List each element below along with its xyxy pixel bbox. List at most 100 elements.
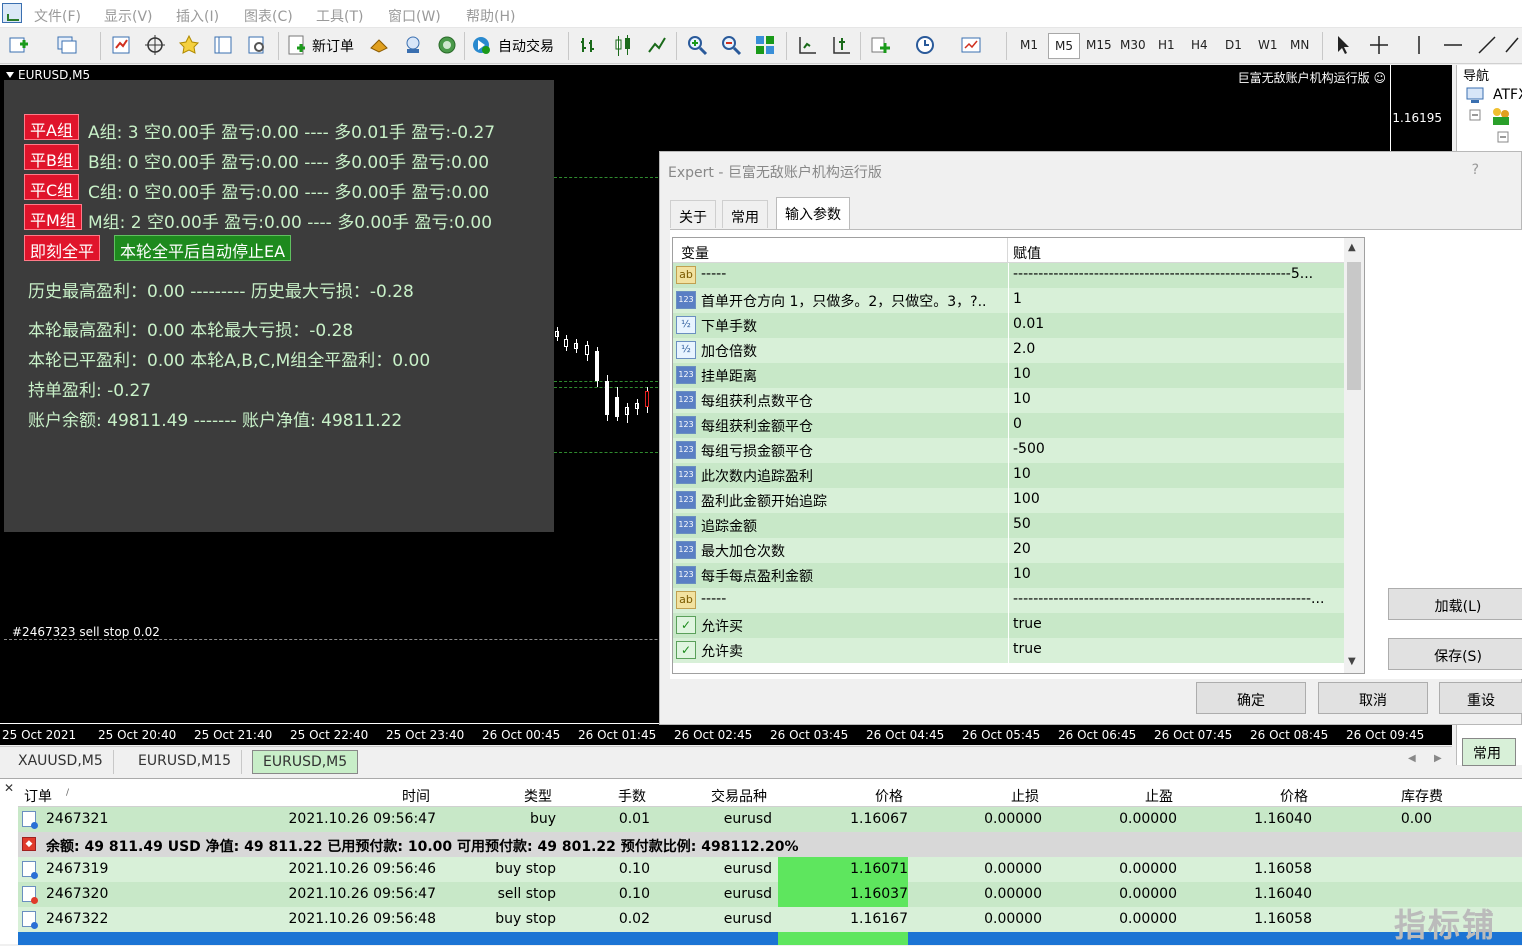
- param-row[interactable]: 123 每组获利点数平仓 10: [673, 388, 1345, 413]
- signals-icon[interactable]: [402, 34, 424, 56]
- menu-tools[interactable]: 工具(T): [316, 6, 363, 26]
- param-value[interactable]: 1: [1013, 291, 1343, 307]
- close-group-a-button[interactable]: 平A组: [24, 114, 79, 140]
- header-tp[interactable]: 止盈: [1145, 786, 1173, 806]
- auto-trade-icon[interactable]: [470, 34, 492, 56]
- save-button[interactable]: 保存(S): [1388, 638, 1522, 670]
- indicators-icon[interactable]: [870, 34, 892, 56]
- timeframe-d1[interactable]: D1: [1225, 38, 1242, 52]
- timeframe-m1[interactable]: M1: [1020, 38, 1038, 52]
- gold-bar-icon[interactable]: [368, 34, 390, 56]
- param-row[interactable]: ab ----- ---------------------------------…: [673, 263, 1345, 288]
- close-all-button[interactable]: 即刻全平: [24, 235, 101, 261]
- param-row[interactable]: 123 每手每点盈利金额 10: [673, 563, 1345, 588]
- favorites-icon[interactable]: [178, 34, 200, 56]
- param-row[interactable]: 123 每组获利金额平仓 0: [673, 413, 1345, 438]
- menu-help[interactable]: 帮助(H): [466, 6, 515, 26]
- param-row[interactable]: ab ----- ---------------------------------…: [673, 588, 1345, 613]
- scroll-up-icon[interactable]: ▲: [1348, 242, 1356, 253]
- tree-collapse-icon[interactable]: [1469, 109, 1481, 121]
- chart-menu-triangle-icon[interactable]: [6, 72, 14, 78]
- menu-file[interactable]: 文件(F): [34, 6, 81, 26]
- tab-common[interactable]: 常用: [722, 200, 768, 228]
- param-row[interactable]: ✓ 允许买 true: [673, 613, 1345, 638]
- timeframe-w1[interactable]: W1: [1258, 38, 1278, 52]
- profiles-icon[interactable]: [56, 34, 78, 56]
- menu-insert[interactable]: 插入(I): [176, 6, 219, 26]
- ok-button[interactable]: 确定: [1196, 682, 1306, 714]
- close-icon[interactable]: ✕: [4, 781, 14, 795]
- close-group-c-button[interactable]: 平C组: [24, 174, 80, 200]
- menu-charts[interactable]: 图表(C): [244, 6, 293, 26]
- order-row[interactable]: 2467320 2021.10.26 09:56:47 sell stop 0.10 e…: [18, 882, 1522, 907]
- cancel-button[interactable]: 取消: [1318, 682, 1428, 714]
- new-chart-icon[interactable]: [8, 34, 30, 56]
- chart-tab-eurusd-m5[interactable]: EURUSD,M5: [252, 750, 359, 774]
- horizontal-line-icon[interactable]: [1442, 34, 1464, 56]
- navigator-tab-common[interactable]: 常用: [1462, 738, 1516, 766]
- order-row[interactable]: 2467322 2021.10.26 09:56:48 buy stop 0.02 eu…: [18, 907, 1522, 932]
- param-value[interactable]: ----------------------------------------…: [1013, 266, 1343, 282]
- timeframe-mn[interactable]: MN: [1290, 38, 1309, 52]
- param-row[interactable]: ✓ 允许卖 true: [673, 638, 1345, 663]
- param-row[interactable]: 123 此次数内追踪盈利 10: [673, 463, 1345, 488]
- param-value[interactable]: 10: [1013, 466, 1343, 482]
- new-order-button[interactable]: 新订单: [312, 36, 354, 56]
- param-row[interactable]: 123 最大加仓次数 20: [673, 538, 1345, 563]
- param-value[interactable]: 10: [1013, 366, 1343, 382]
- param-value[interactable]: true: [1013, 641, 1343, 657]
- tile-windows-icon[interactable]: [754, 34, 776, 56]
- tabs-scroll-right-icon[interactable]: ▶: [1434, 753, 1442, 764]
- param-row[interactable]: 123 每组亏损金额平仓 -500: [673, 438, 1345, 463]
- templates-icon[interactable]: [960, 34, 982, 56]
- header-order[interactable]: 订单: [24, 786, 52, 806]
- globe-icon[interactable]: [436, 34, 458, 56]
- navigator-broker-item[interactable]: ATFX: [1493, 87, 1522, 103]
- param-row[interactable]: ½ 加仓倍数 2.0: [673, 338, 1345, 363]
- new-order-icon[interactable]: [286, 34, 308, 56]
- param-row[interactable]: 123 首单开仓方向 1，只做多。2，只做空。3，?.. 1: [673, 288, 1345, 313]
- period-clock-icon[interactable]: [914, 34, 936, 56]
- param-value[interactable]: 20: [1013, 541, 1343, 557]
- zoom-in-icon[interactable]: [686, 34, 708, 56]
- terminal-icon[interactable]: [212, 34, 234, 56]
- help-icon[interactable]: ?: [1472, 162, 1479, 178]
- chart-tab-xauusd-m5[interactable]: XAUUSD,M5: [8, 750, 114, 774]
- channel-icon[interactable]: [1504, 34, 1520, 56]
- header-time[interactable]: 时间: [402, 786, 430, 806]
- chart-shift-icon[interactable]: [796, 34, 818, 56]
- line-chart-icon[interactable]: [646, 34, 668, 56]
- timeframe-m30[interactable]: M30: [1120, 38, 1146, 52]
- param-value[interactable]: 10: [1013, 566, 1343, 582]
- param-value[interactable]: -500: [1013, 441, 1343, 457]
- param-row[interactable]: ½ 下单手数 0.01: [673, 313, 1345, 338]
- trend-line-icon[interactable]: [1476, 34, 1498, 56]
- header-type[interactable]: 类型: [524, 786, 552, 806]
- auto-stop-ea-button[interactable]: 本轮全平后自动停止EA: [114, 235, 292, 261]
- param-value[interactable]: true: [1013, 616, 1343, 632]
- timeframe-m5[interactable]: M5: [1048, 33, 1080, 59]
- param-value[interactable]: 2.0: [1013, 341, 1343, 357]
- tab-about[interactable]: 关于: [670, 200, 716, 228]
- param-value[interactable]: 100: [1013, 491, 1343, 507]
- order-row[interactable]: 2467321 2021.10.26 09:56:47 buy 0.01 eurusd 1…: [18, 807, 1522, 832]
- order-row[interactable]: 2467319 2021.10.26 09:56:46 buy stop 0.10 eu…: [18, 857, 1522, 882]
- column-value[interactable]: 赋值: [1013, 243, 1041, 263]
- close-group-m-button[interactable]: 平M组: [24, 204, 82, 230]
- param-value[interactable]: 10: [1013, 391, 1343, 407]
- header-current-price[interactable]: 价格: [1280, 786, 1308, 806]
- menu-view[interactable]: 显示(V): [104, 6, 153, 26]
- chart-tab-eurusd-m15[interactable]: EURUSD,M15: [128, 750, 243, 774]
- param-row[interactable]: 123 挂单距离 10: [673, 363, 1345, 388]
- timeframe-h4[interactable]: H4: [1191, 38, 1208, 52]
- param-value[interactable]: 0: [1013, 416, 1343, 432]
- candlestick-icon[interactable]: [612, 34, 634, 56]
- param-value[interactable]: 50: [1013, 516, 1343, 532]
- param-row[interactable]: 123 追踪金额 50: [673, 513, 1345, 538]
- tree-collapse-icon[interactable]: [1497, 131, 1509, 143]
- param-row[interactable]: 123 盈利此金额开始追踪 100: [673, 488, 1345, 513]
- header-symbol[interactable]: 交易品种: [711, 786, 767, 806]
- param-value[interactable]: 0.01: [1013, 316, 1343, 332]
- crosshair-icon[interactable]: [1368, 34, 1390, 56]
- tab-inputs[interactable]: 输入参数: [776, 197, 850, 229]
